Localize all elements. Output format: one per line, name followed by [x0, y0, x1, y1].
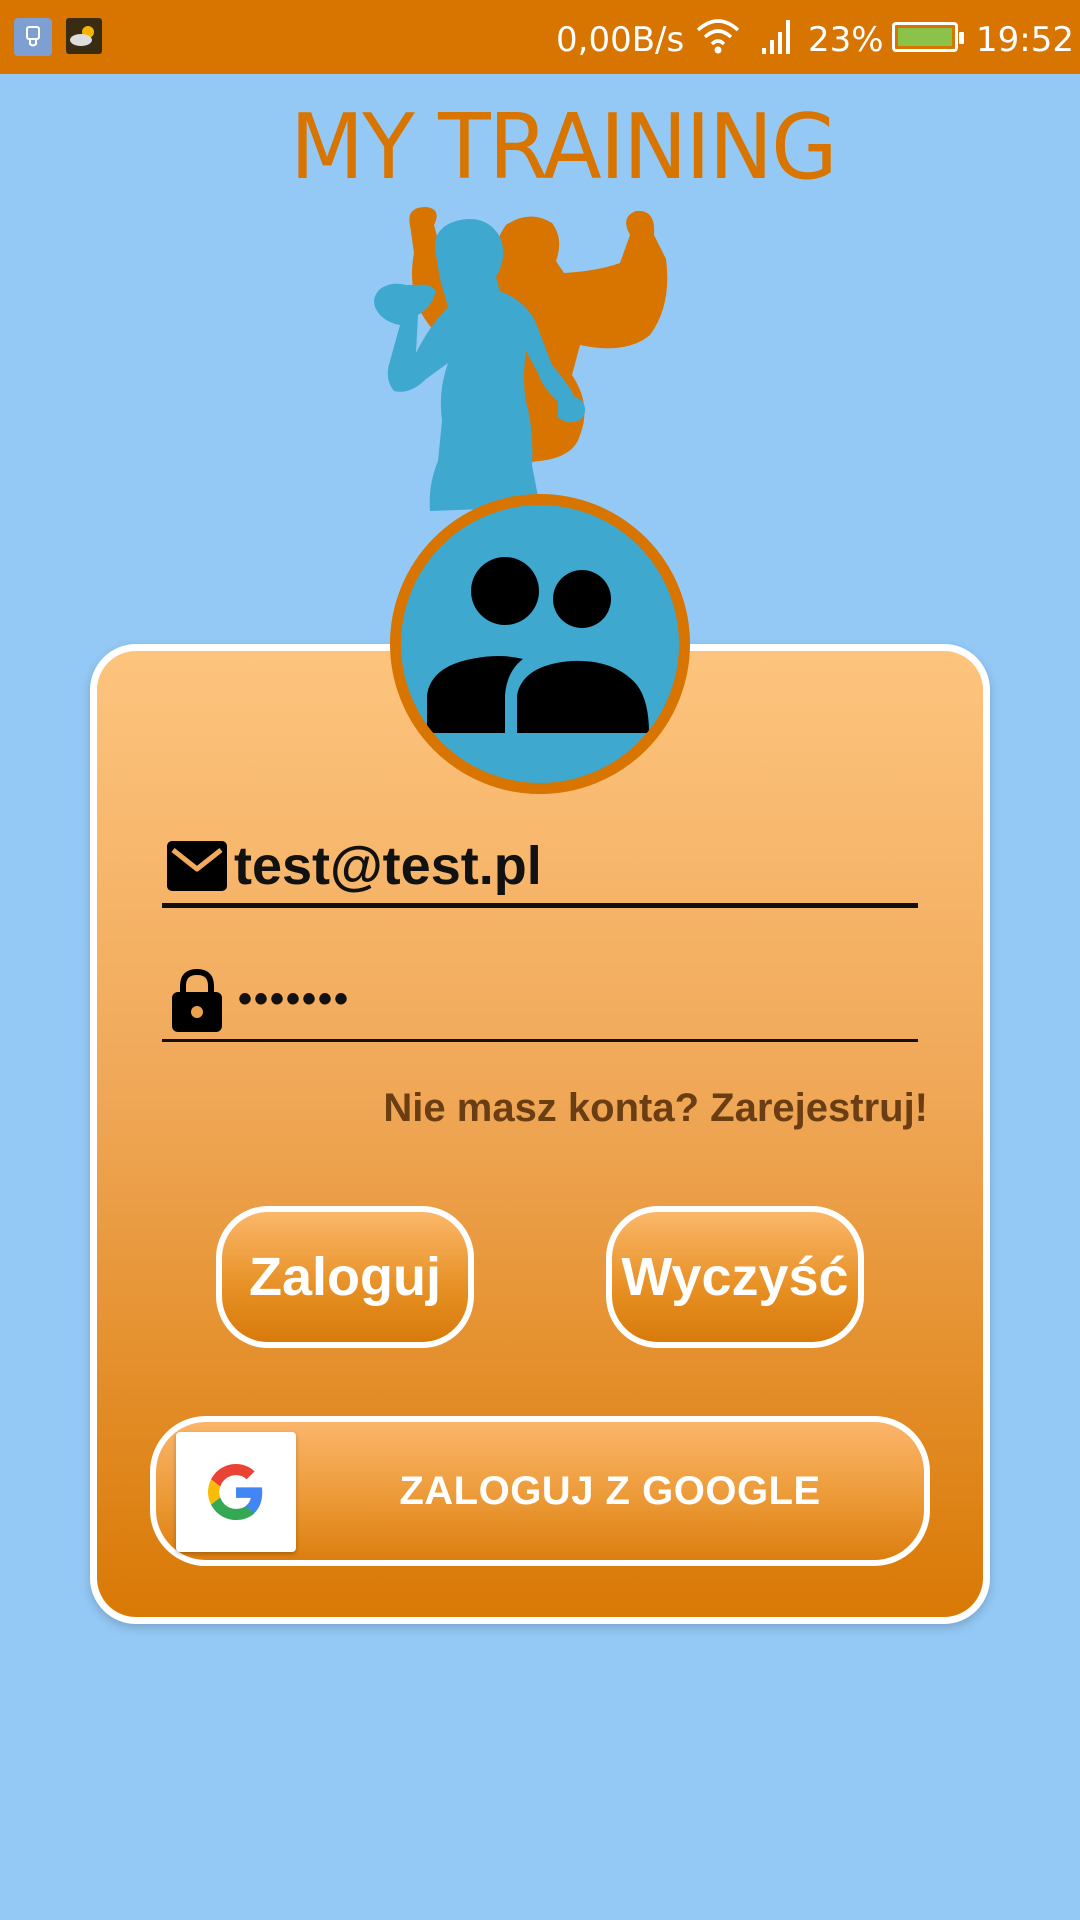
- password-field[interactable]: •••••••: [162, 960, 918, 1042]
- weather-icon: [66, 18, 102, 54]
- clear-button[interactable]: Wyczyść: [606, 1206, 864, 1348]
- mail-icon: [166, 836, 228, 896]
- app-logo-title: MY TRAINING: [290, 95, 838, 201]
- login-button[interactable]: Zaloguj: [216, 1206, 474, 1348]
- battery-percent: 23%: [808, 20, 884, 60]
- battery-icon: [892, 22, 964, 52]
- users-icon: [427, 557, 649, 733]
- lock-icon: [166, 968, 228, 1032]
- google-button-label: ZALOGUJ Z GOOGLE: [399, 1468, 821, 1513]
- training-logo-icon: [374, 207, 668, 511]
- google-icon: [176, 1432, 296, 1552]
- clock: 19:52: [976, 20, 1074, 60]
- email-value: test@test.pl: [234, 835, 542, 896]
- network-speed: 0,00B/s: [556, 20, 685, 60]
- status-bar: 0,00B/s 23% 19:52: [0, 0, 1080, 74]
- wifi-icon: [696, 16, 740, 60]
- password-value: •••••••: [238, 977, 351, 1021]
- register-link[interactable]: Nie masz konta? Zarejestruj!: [383, 1086, 928, 1131]
- signal-icon: [760, 18, 794, 60]
- avatar: [390, 494, 690, 794]
- usb-icon: [14, 18, 52, 56]
- email-field[interactable]: test@test.pl: [162, 828, 918, 908]
- google-login-button[interactable]: ZALOGUJ Z GOOGLE: [150, 1416, 930, 1566]
